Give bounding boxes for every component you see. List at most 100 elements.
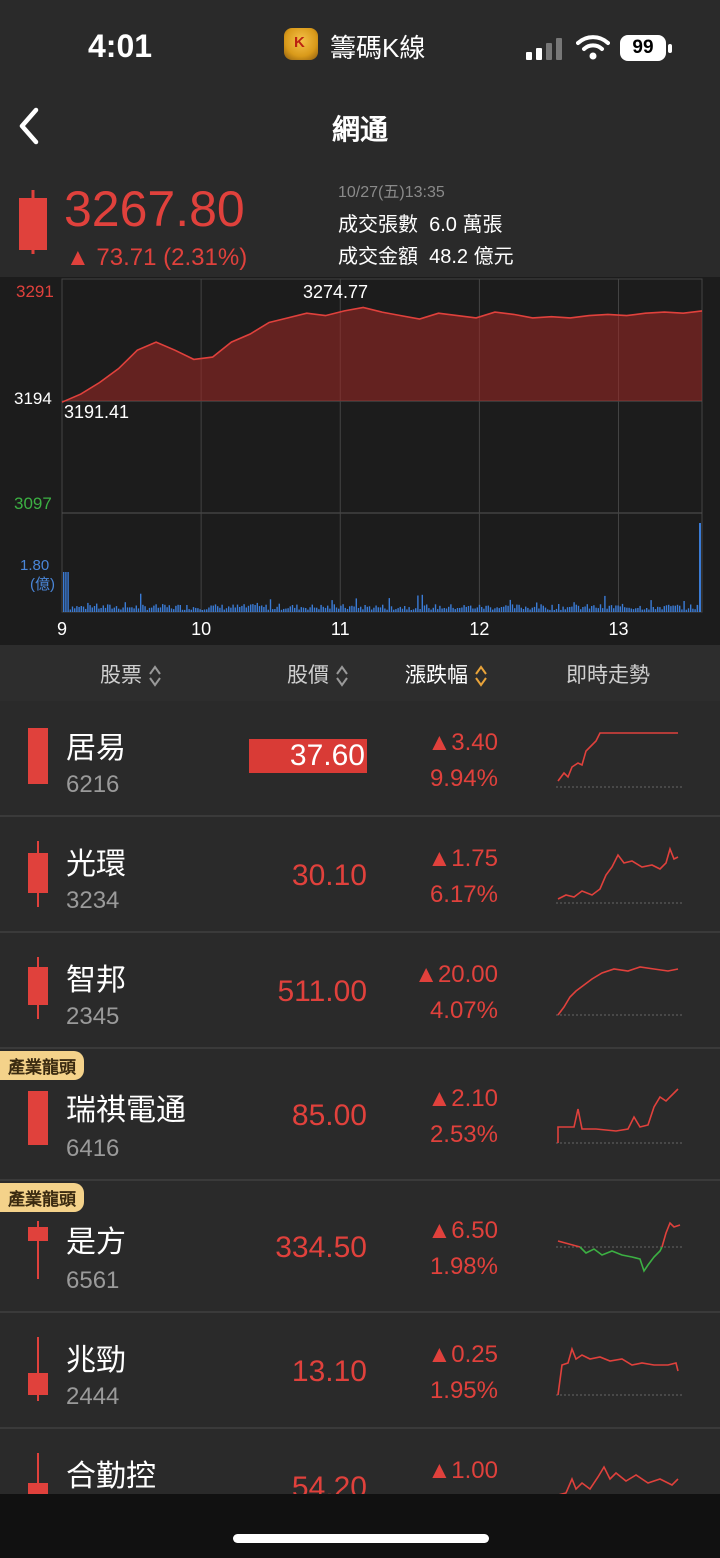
x-tick-label: 13	[609, 619, 629, 639]
volume-bar	[344, 607, 346, 612]
sort-icon	[336, 665, 348, 688]
stock-code: 6216	[66, 771, 120, 798]
volume-bar	[197, 608, 199, 612]
volume-bar	[604, 595, 606, 612]
volume-bar	[300, 607, 302, 612]
volume-bar	[98, 608, 100, 612]
candle-icon	[28, 957, 48, 1019]
volume-bar	[536, 602, 538, 612]
volume-bar	[648, 609, 650, 612]
volume-bar	[78, 607, 80, 612]
volume-bar	[67, 572, 69, 612]
volume-bar	[489, 607, 492, 612]
volume-bar	[85, 608, 87, 612]
table-row[interactable]: 兆勁 2444 13.10 ▲0.25 1.95%	[0, 1313, 720, 1429]
volume-bar	[525, 606, 527, 612]
volume-bar	[439, 605, 441, 612]
volume-bar	[360, 606, 362, 612]
volume-bar	[632, 609, 635, 612]
volume-bar	[272, 609, 274, 612]
volume-bar	[509, 599, 511, 612]
volume-bar	[69, 609, 71, 612]
volume-bar	[221, 604, 223, 612]
header-change-label: 漲跌幅	[405, 664, 468, 687]
table-row[interactable]: 合勤控 54.20 ▲1.00	[0, 1429, 720, 1495]
header-change[interactable]: 漲跌幅	[405, 659, 488, 689]
volume-bar	[159, 607, 162, 612]
stock-code: 2444	[66, 1383, 120, 1410]
stock-code: 2345	[66, 1003, 120, 1030]
volume-bar	[338, 608, 340, 612]
volume-bar	[687, 608, 690, 612]
volume-bar	[351, 605, 353, 612]
amount-value: 48.2 億元	[429, 246, 514, 268]
volume-bar	[445, 608, 448, 612]
stock-percent: 4.07%	[429, 997, 498, 1024]
volume-bar	[71, 606, 74, 612]
volume-bar	[168, 605, 170, 612]
quote-datetime: 10/27(五)13:35	[338, 184, 445, 201]
intraday-chart[interactable]: 3291 3194 3097 3274.77 3191.41 1.80 (億) …	[0, 277, 720, 645]
volume-bar	[327, 605, 329, 612]
volume-bar	[206, 609, 208, 612]
volume-bar	[102, 605, 104, 612]
table-row[interactable]: 智邦 2345 511.00 ▲20.00 4.07%	[0, 933, 720, 1049]
volume-bar	[483, 608, 485, 612]
volume-bar	[388, 598, 390, 612]
table-row[interactable]: 產業龍頭 瑞祺電通 6416 85.00 ▲2.10 2.53%	[0, 1049, 720, 1181]
volume-bar	[190, 609, 192, 612]
volume-bar	[428, 608, 430, 612]
volume-bar	[210, 605, 212, 612]
volume-bar	[340, 605, 342, 612]
volume-bar	[415, 608, 417, 612]
stock-percent: 2.53%	[429, 1121, 498, 1148]
table-row[interactable]: 產業龍頭 是方 6561 334.50 ▲6.50 1.98%	[0, 1181, 720, 1313]
table-row[interactable]: 光環 3234 30.10 ▲1.75 6.17%	[0, 817, 720, 933]
volume-bar	[199, 609, 201, 612]
volume-bar	[467, 606, 470, 612]
volume-bar	[151, 607, 153, 612]
volume-bar	[364, 605, 366, 612]
volume-bar	[393, 609, 395, 612]
volume-bar	[217, 606, 219, 612]
volume-bar	[89, 605, 91, 612]
wifi-icon	[576, 35, 610, 60]
volume-bar	[135, 605, 137, 612]
volume-bar	[602, 608, 604, 612]
volume-bar	[256, 602, 258, 612]
volume-bar	[630, 608, 632, 612]
volume-bar	[186, 605, 188, 612]
volume-bar	[195, 607, 197, 612]
sparkline	[556, 1346, 682, 1396]
volume-bar	[553, 610, 555, 612]
volume-bar	[679, 605, 681, 612]
volume-bar	[421, 594, 423, 612]
header-stock[interactable]: 股票	[100, 659, 162, 689]
header-price[interactable]: 股價	[287, 659, 349, 689]
table-row[interactable]: 居易 6216 37.60 ▲3.40 9.94%	[0, 701, 720, 817]
volume-bar	[120, 609, 122, 612]
volume-bar	[591, 606, 593, 612]
volume-bar	[265, 604, 267, 612]
stock-percent: 6.17%	[429, 881, 498, 908]
volume-bar	[399, 606, 401, 612]
volume-bar	[371, 609, 373, 612]
home-indicator[interactable]	[233, 1534, 489, 1543]
candle-icon	[28, 1337, 48, 1401]
volume-bar	[481, 607, 483, 612]
volume-bar	[379, 607, 382, 612]
volume-bar	[142, 604, 144, 612]
x-tick-label: 10	[191, 619, 211, 639]
volume-bar	[599, 604, 602, 612]
x-tick-label: 9	[57, 619, 67, 639]
stock-change: ▲2.10	[427, 1085, 498, 1112]
app-logo-icon: K	[284, 28, 318, 60]
stock-percent: 1.95%	[429, 1377, 498, 1404]
y-tick-mid: 3194	[14, 389, 52, 408]
stock-price: 30.10	[291, 859, 367, 892]
volume-bar	[470, 605, 472, 612]
volume-bar	[258, 606, 261, 612]
stock-price: 13.10	[291, 1355, 367, 1388]
volume-bar	[487, 605, 489, 612]
sort-icon	[149, 665, 161, 688]
